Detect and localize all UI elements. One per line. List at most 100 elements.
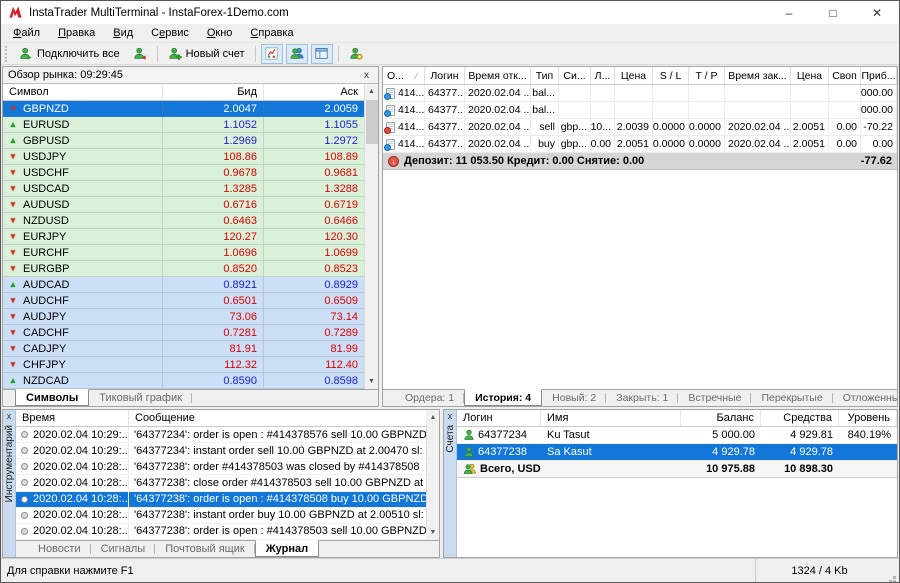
menu-help[interactable]: Справка [241, 25, 302, 41]
column-close-price[interactable]: Цена [791, 67, 829, 84]
symbol-row[interactable]: GBPUSD1.29691.2972 [3, 133, 364, 149]
order-row[interactable]: 414... 64377...2020.02.04 ... bal... 5 0… [383, 102, 897, 119]
column-ask[interactable]: Аск [263, 84, 364, 100]
tab-orders[interactable]: Ордера: 1 [395, 390, 464, 406]
column-price[interactable]: Цена [615, 67, 653, 84]
column-message[interactable]: Сообщение [128, 410, 426, 426]
symbol-row[interactable]: USDCAD1.32851.3288 [3, 181, 364, 197]
accounts-toggle-button[interactable] [286, 44, 308, 64]
symbol-row[interactable]: GBPNZD2.00472.0059 [3, 101, 364, 117]
column-tp[interactable]: T / P [689, 67, 725, 84]
column-level[interactable]: Уровень [839, 410, 897, 426]
column-login[interactable]: Логин [457, 410, 541, 426]
tab-new[interactable]: Новый: 2 [542, 390, 606, 406]
symbol-row[interactable]: AUDCHF0.65010.6509 [3, 293, 364, 309]
resize-grip[interactable] [883, 559, 899, 582]
column-login[interactable]: Логин [425, 67, 465, 84]
direction-icon [8, 265, 18, 273]
column-sl[interactable]: S / L [653, 67, 689, 84]
menu-view[interactable]: Вид [104, 25, 142, 41]
order-row[interactable]: 414... 64377...2020.02.04 ... sellgbp...… [383, 119, 897, 136]
column-balance[interactable]: Баланс [681, 410, 761, 426]
column-type[interactable]: Тип [531, 67, 559, 84]
market-watch-scrollbar[interactable]: ▲ ▼ [364, 84, 378, 389]
symbol-row[interactable]: EURUSD1.10521.1055 [3, 117, 364, 133]
account-row[interactable]: 64377234 Ku Tasut 5 000.00 4 929.81 840.… [457, 427, 897, 444]
menu-window[interactable]: Окно [198, 25, 242, 41]
journal-row[interactable]: 2020.02.04 10:28:...'64377238': order is… [16, 524, 426, 540]
order-row[interactable]: 414... 64377...2020.02.04 ... buygbp... … [383, 136, 897, 153]
order-doc-icon [386, 105, 395, 116]
scroll-down-icon[interactable]: ▼ [426, 525, 440, 540]
column-profit[interactable]: Приб... [861, 67, 897, 84]
maximize-button[interactable]: □ [811, 1, 855, 24]
journal-row[interactable]: 2020.02.04 10:28:...'64377238': order is… [16, 492, 426, 508]
tab-news[interactable]: Новости [28, 541, 91, 557]
menu-service[interactable]: Сервис [142, 25, 198, 41]
symbol-row[interactable]: CADJPY81.9181.99 [3, 341, 364, 357]
column-open-time[interactable]: Время отк... [465, 67, 531, 84]
scroll-thumb[interactable] [366, 100, 378, 144]
scroll-down-icon[interactable]: ▼ [365, 374, 379, 389]
account-row[interactable]: 64377238 Sa Kasut 4 929.78 4 929.78 [457, 444, 897, 461]
symbol-row[interactable]: EURCHF1.06961.0699 [3, 245, 364, 261]
journal-row[interactable]: 2020.02.04 10:29:...'64377234': instant … [16, 443, 426, 459]
toolbar-separator [255, 46, 256, 62]
column-swap[interactable]: Своп [829, 67, 861, 84]
tab-counter[interactable]: Встречные [678, 390, 751, 406]
tab-history[interactable]: История: 4 [464, 389, 542, 406]
journal-row[interactable]: 2020.02.04 10:28:...'64377238': order #4… [16, 459, 426, 475]
journal-row[interactable]: 2020.02.04 10:29:...'64377234': order is… [16, 427, 426, 443]
connect-all-button[interactable]: Подключить все [13, 44, 126, 63]
tab-signals[interactable]: Сигналы [91, 541, 156, 557]
symbol-row[interactable]: EURGBP0.85200.8523 [3, 261, 364, 277]
order-row[interactable]: 414... 64377...2020.02.04 ... bal... 5 0… [383, 85, 897, 102]
symbol-row[interactable]: NZDCAD0.85900.8598 [3, 373, 364, 389]
journal-scrollbar[interactable]: ▲ ▼ [426, 410, 439, 540]
symbol-row[interactable]: AUDCAD0.89210.8929 [3, 277, 364, 293]
symbol-row[interactable]: CADCHF0.72810.7289 [3, 325, 364, 341]
column-close-time[interactable]: Время зак... [725, 67, 791, 84]
symbol-row[interactable]: EURJPY120.27120.30 [3, 229, 364, 245]
tab-close[interactable]: Закрыть: 1 [606, 390, 678, 406]
column-name[interactable]: Имя [541, 410, 681, 426]
accounts-close-icon[interactable]: x [444, 410, 457, 422]
column-lots[interactable]: Л... [591, 67, 615, 84]
new-account-button[interactable]: Новый счет [162, 44, 251, 63]
close-button[interactable]: ✕ [855, 1, 899, 24]
layout-toggle-button[interactable] [311, 44, 333, 64]
bid-value: 120.27 [162, 229, 263, 244]
menu-edit[interactable]: Правка [49, 25, 104, 41]
market-watch-toggle-button[interactable] [261, 44, 283, 64]
column-bid[interactable]: Бид [162, 84, 263, 100]
symbol-row[interactable]: USDCHF0.96780.9681 [3, 165, 364, 181]
tab-symbols[interactable]: Символы [15, 389, 89, 406]
terminal-close-icon[interactable]: x [3, 410, 16, 422]
tab-overlapped[interactable]: Перекрытые [751, 390, 832, 406]
tab-tick-chart[interactable]: Тиковый график [89, 390, 192, 406]
symbol-row[interactable]: NZDUSD0.64630.6466 [3, 213, 364, 229]
column-order[interactable]: О...∕ [383, 67, 425, 84]
scroll-up-icon[interactable]: ▲ [426, 410, 440, 425]
scroll-up-icon[interactable]: ▲ [365, 84, 379, 99]
symbol-row[interactable]: USDJPY108.86108.89 [3, 149, 364, 165]
symbol-row[interactable]: CHFJPY112.32112.40 [3, 357, 364, 373]
tab-mailbox[interactable]: Почтовый ящик [155, 541, 254, 557]
tab-journal[interactable]: Журнал [255, 540, 319, 557]
column-symbol[interactable]: Си... [559, 67, 591, 84]
symbol-row[interactable]: AUDUSD0.67160.6719 [3, 197, 364, 213]
column-time[interactable]: Время [16, 410, 128, 426]
market-watch-close-icon[interactable]: x [360, 70, 373, 81]
symbol-row[interactable]: AUDJPY73.0673.14 [3, 309, 364, 325]
column-symbol[interactable]: Символ [3, 84, 162, 100]
minimize-button[interactable]: – [767, 1, 811, 24]
disconnect-all-button[interactable] [127, 44, 153, 63]
toolbar-grip[interactable] [5, 46, 10, 62]
tab-pending[interactable]: Отложенный: 1 [833, 390, 898, 406]
journal-row[interactable]: 2020.02.04 10:28:...'64377238': instant … [16, 508, 426, 524]
column-equity[interactable]: Средства [761, 410, 839, 426]
account-settings-button[interactable] [343, 44, 369, 63]
symbol-name: AUDCAD [23, 279, 69, 291]
menu-file[interactable]: Файл [4, 25, 49, 41]
journal-row[interactable]: 2020.02.04 10:28:...'64377238': close or… [16, 475, 426, 491]
